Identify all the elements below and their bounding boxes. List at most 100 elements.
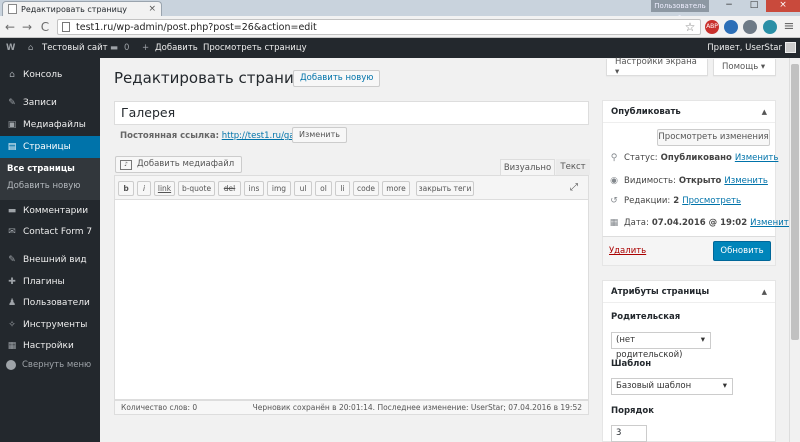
quicktag-li-button[interactable]: li bbox=[335, 181, 350, 196]
minimize-icon[interactable]: − bbox=[716, 0, 742, 12]
quicktag-more-button[interactable]: more bbox=[382, 181, 410, 196]
quicktag-img-button[interactable]: img bbox=[267, 181, 291, 196]
address-bar[interactable]: test1.ru/wp-admin/post.php?post=26&actio… bbox=[57, 19, 701, 35]
parent-select[interactable]: (нет родительской) ▾ bbox=[611, 332, 711, 360]
comments-count[interactable]: 0 bbox=[124, 38, 129, 58]
comments-icon[interactable]: ▬ bbox=[110, 38, 118, 58]
preview-changes-button[interactable]: Просмотреть изменения bbox=[657, 129, 770, 146]
order-input[interactable]: 3 bbox=[611, 425, 647, 442]
close-tab-icon[interactable]: × bbox=[148, 4, 156, 14]
quicktag-link-button[interactable]: link bbox=[154, 181, 175, 196]
sidebar-item-users[interactable]: ♟ Пользователи bbox=[0, 292, 100, 314]
submenu-add-new[interactable]: Добавить новую bbox=[7, 181, 80, 191]
sidebar-item-pages[interactable]: ▤ Страницы bbox=[0, 136, 100, 158]
content-textarea[interactable] bbox=[114, 200, 589, 400]
sidebar-item-comments[interactable]: ▬ Комментарии bbox=[0, 200, 100, 222]
edit-visibility-link[interactable]: Изменить bbox=[724, 176, 768, 186]
collapse-arrow-icon[interactable]: ▲ bbox=[762, 281, 767, 303]
browser-tab[interactable]: Редактировать страницу × bbox=[2, 1, 162, 16]
forward-icon[interactable]: → bbox=[19, 19, 35, 35]
pages-icon: ▤ bbox=[7, 142, 17, 152]
extension-icon[interactable] bbox=[763, 20, 777, 34]
quicktag-italic-button[interactable]: i bbox=[137, 181, 151, 196]
browser-menu-icon[interactable]: ≡ bbox=[781, 19, 797, 35]
back-icon[interactable]: ← bbox=[2, 19, 18, 35]
edit-date-link[interactable]: Изменить bbox=[750, 218, 794, 228]
add-media-button[interactable]: ♪ Добавить медиафайл bbox=[115, 156, 243, 173]
close-window-icon[interactable]: × bbox=[766, 0, 800, 12]
browse-revisions-link[interactable]: Просмотреть bbox=[682, 196, 741, 206]
sidebar-item-dashboard[interactable]: ⌂ Консоль bbox=[0, 64, 100, 86]
update-button[interactable]: Обновить bbox=[713, 241, 771, 261]
template-select[interactable]: Базовый шаблон ▾ bbox=[611, 378, 733, 395]
page-icon bbox=[8, 4, 17, 14]
sidebar-item-posts[interactable]: ✎ Записи bbox=[0, 92, 100, 114]
edit-slug-button[interactable]: Изменить bbox=[292, 127, 347, 143]
screen-options-button[interactable]: Настройки экрана ▾ bbox=[606, 57, 708, 77]
quicktag-bquote-button[interactable]: b-quote bbox=[178, 181, 215, 196]
collapse-arrow-icon[interactable]: ▲ bbox=[762, 101, 767, 123]
sidebar-item-media[interactable]: ▣ Медиафайлы bbox=[0, 114, 100, 136]
publish-box: Опубликовать ▲ bbox=[602, 100, 776, 237]
calendar-icon: ▦ bbox=[609, 218, 619, 228]
page-title: Редактировать страницу bbox=[114, 69, 313, 87]
sidebar-item-appearance[interactable]: ✎ Внешний вид bbox=[0, 249, 100, 271]
home-icon[interactable]: ⌂ bbox=[28, 38, 33, 58]
user-greeting[interactable]: Привет, UserStar bbox=[707, 38, 782, 58]
post-title-input[interactable]: Галерея bbox=[114, 101, 589, 125]
quicktag-del-button[interactable]: del bbox=[218, 181, 241, 196]
extension-icon[interactable] bbox=[743, 20, 757, 34]
add-new-page-button[interactable]: Добавить новую bbox=[293, 70, 381, 87]
page-info-icon[interactable] bbox=[62, 22, 70, 32]
sidebar-item-label: Записи bbox=[23, 98, 57, 108]
quicktag-ul-button[interactable]: ul bbox=[294, 181, 312, 196]
dashboard-icon: ⌂ bbox=[9, 70, 15, 80]
fullscreen-icon[interactable]: ⤢ bbox=[570, 182, 578, 193]
sidebar-item-settings[interactable]: ▦ Настройки bbox=[0, 335, 100, 357]
extension-icon[interactable] bbox=[724, 20, 738, 34]
sidebar-item-plugins[interactable]: ✚ Плагины bbox=[0, 271, 100, 293]
sidebar-item-label: Внешний вид bbox=[23, 255, 87, 265]
adblock-icon[interactable]: ABP bbox=[705, 20, 719, 34]
publish-box-header[interactable]: Опубликовать ▲ bbox=[603, 101, 775, 123]
submenu-all-pages[interactable]: Все страницы bbox=[7, 164, 75, 174]
collapse-menu-button[interactable]: Свернуть меню bbox=[6, 360, 91, 370]
browser-profile-chip[interactable]: Пользователь 1 bbox=[651, 0, 709, 22]
revisions-icon: ↺ bbox=[610, 196, 618, 206]
visibility-value: Открыто bbox=[678, 176, 722, 186]
sidebar-item-label: Страницы bbox=[23, 142, 71, 152]
template-label: Шаблон bbox=[611, 359, 652, 369]
media-icon: ♪ bbox=[120, 159, 132, 170]
order-label: Порядок bbox=[611, 406, 654, 416]
status-value: Опубликовано bbox=[660, 153, 732, 163]
help-button[interactable]: Помощь ▾ bbox=[713, 59, 776, 76]
view-page-link[interactable]: Просмотреть страницу bbox=[203, 38, 307, 58]
quicktag-code-button[interactable]: code bbox=[353, 181, 379, 196]
tab-visual[interactable]: Визуально bbox=[500, 159, 555, 175]
maximize-icon[interactable]: □ bbox=[742, 0, 766, 12]
chevron-down-icon: ▾ bbox=[700, 335, 705, 345]
sidebar-item-tools[interactable]: ✧ Инструменты bbox=[0, 314, 100, 336]
quicktag-ins-button[interactable]: ins bbox=[244, 181, 264, 196]
site-name-link[interactable]: Тестовый сайт bbox=[42, 38, 108, 58]
bookmark-star-icon[interactable]: ☆ bbox=[682, 19, 698, 35]
scrollbar-thumb[interactable] bbox=[791, 64, 799, 340]
wordpress-logo-icon[interactable]: W bbox=[6, 38, 15, 58]
add-new-link[interactable]: Добавить bbox=[155, 38, 198, 58]
url-text: test1.ru/wp-admin/post.php?post=26&actio… bbox=[76, 21, 317, 33]
delete-link[interactable]: Удалить bbox=[609, 246, 646, 256]
wrench-icon: ✧ bbox=[8, 320, 16, 330]
sidebar-item-contact-form[interactable]: ✉ Contact Form 7 bbox=[0, 221, 100, 243]
editor-status-bar: Количество слов: 0 Черновик сохранён в 2… bbox=[114, 400, 589, 415]
quicktag-ol-button[interactable]: ol bbox=[315, 181, 332, 196]
date-label: Дата: bbox=[624, 218, 649, 228]
revisions-count: 2 bbox=[673, 196, 680, 206]
avatar[interactable] bbox=[785, 42, 796, 53]
edit-status-link[interactable]: Изменить bbox=[735, 153, 779, 163]
tab-text[interactable]: Текст bbox=[556, 159, 590, 175]
reload-icon[interactable]: C bbox=[37, 19, 53, 35]
quicktag-close-tags-button[interactable]: закрыть теги bbox=[416, 181, 474, 196]
attributes-box-header[interactable]: Атрибуты страницы ▲ bbox=[603, 281, 775, 303]
quicktag-bold-button[interactable]: b bbox=[118, 181, 134, 196]
plus-icon[interactable]: + bbox=[142, 38, 149, 58]
